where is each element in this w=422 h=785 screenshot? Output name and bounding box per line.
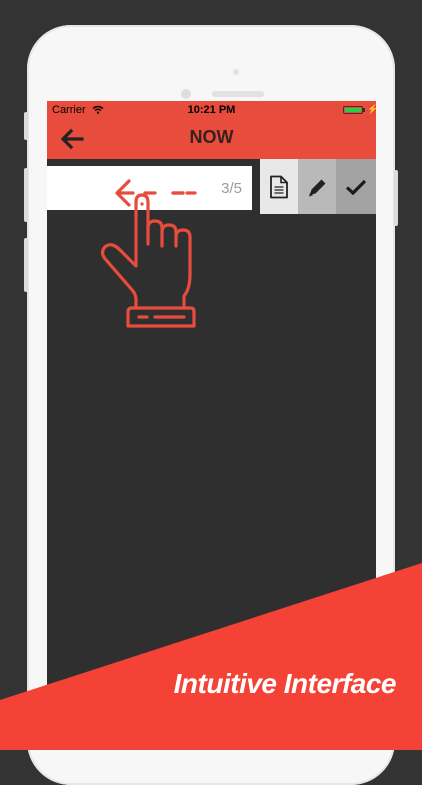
promo-banner [0,563,422,750]
promo-caption: Intuitive Interface [173,668,397,699]
